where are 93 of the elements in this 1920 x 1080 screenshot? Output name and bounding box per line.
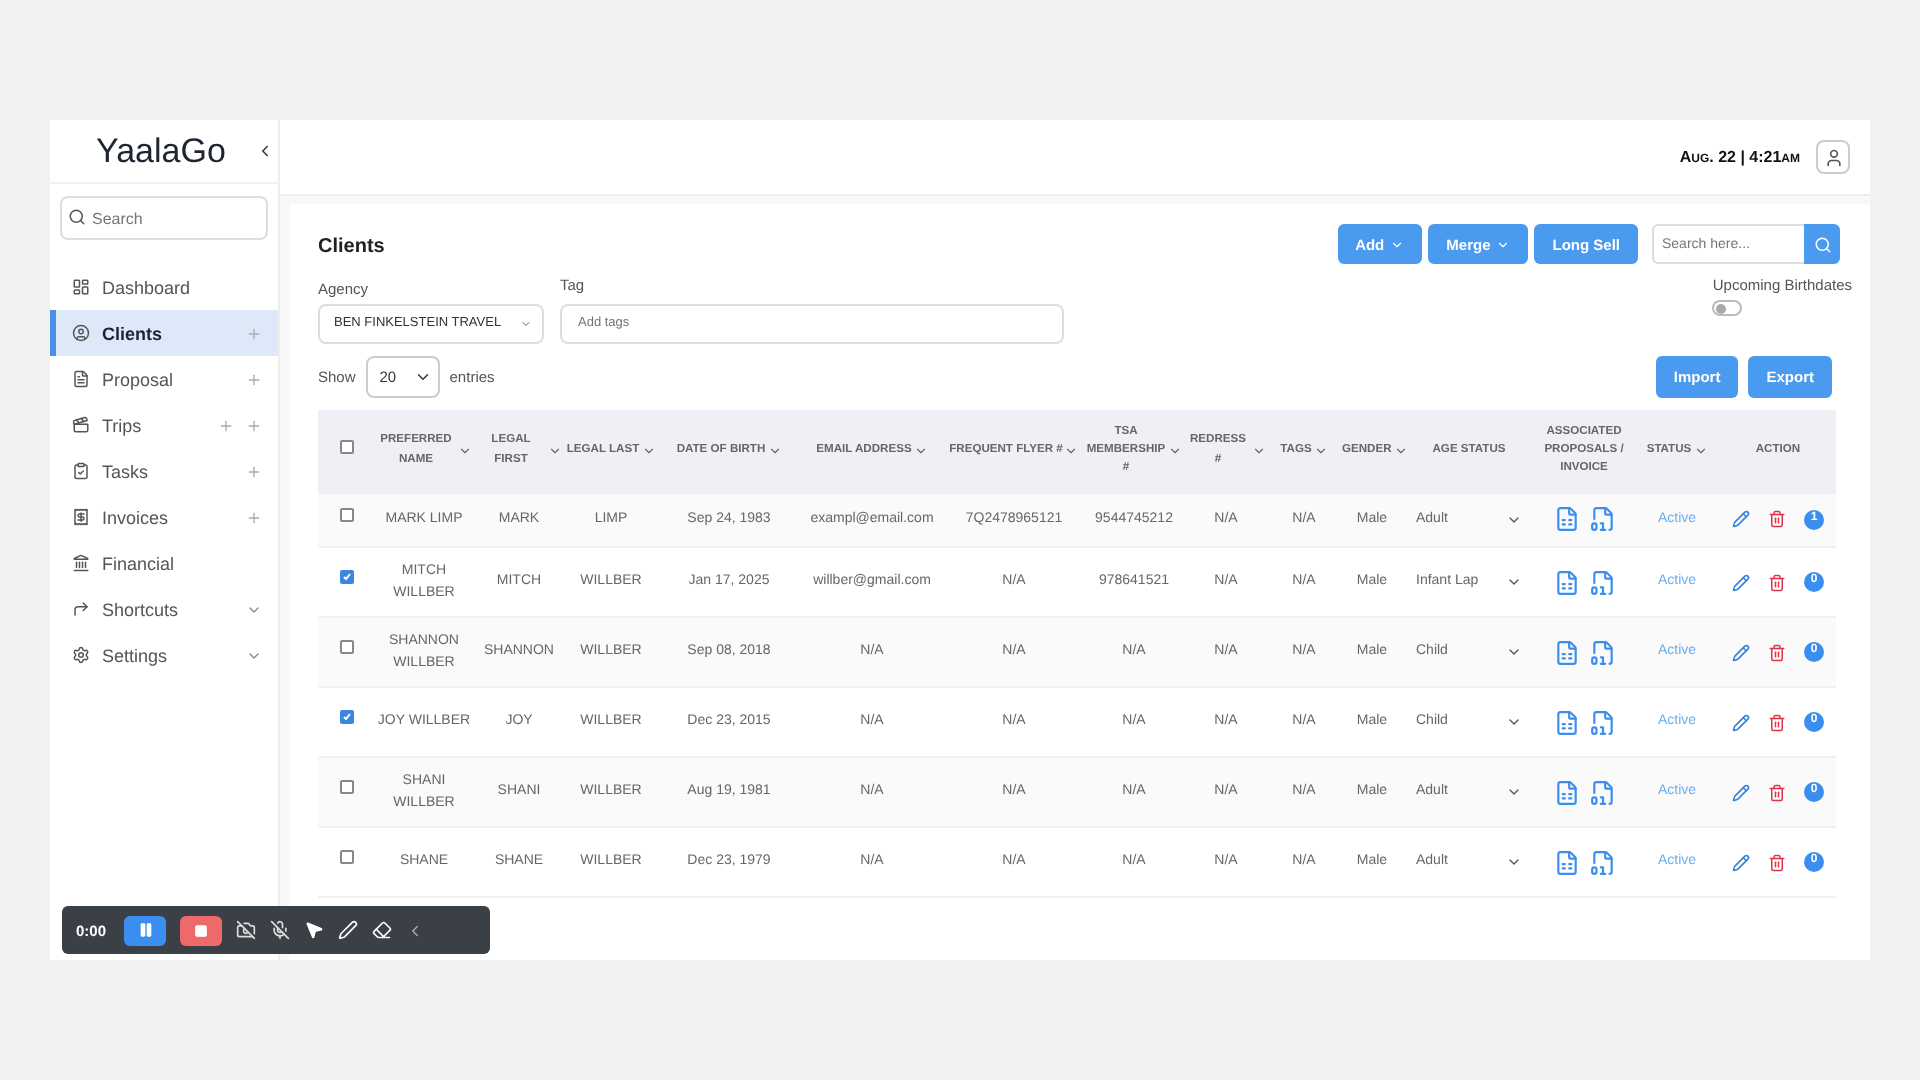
add-icon[interactable] [218,417,234,433]
caret-icon [1506,854,1522,870]
proposal-icon[interactable] [1553,709,1579,735]
settings-icon [72,646,90,664]
edit-icon[interactable] [1732,783,1750,801]
proposal-icon[interactable] [1553,849,1579,875]
caret-icon [1506,784,1522,800]
sidebar-item[interactable]: Trips [50,402,278,448]
sort-icon [767,443,782,458]
eraser-icon[interactable] [372,920,393,940]
caret-icon [520,317,532,329]
forward-arrow-icon [72,600,90,618]
caret-icon [1390,237,1405,251]
row-checkbox[interactable] [339,570,353,585]
sidebar-item[interactable]: Shortcuts [50,586,278,632]
sidebar-item[interactable]: Financial [50,540,278,586]
invoice-icon[interactable] [1589,709,1615,735]
select-all-checkbox[interactable] [339,439,353,454]
delete-icon[interactable] [1768,713,1786,731]
caret-icon [1506,714,1522,730]
edit-icon[interactable] [1732,853,1750,871]
proposal-icon[interactable] [1553,506,1579,533]
page-title: Clients [318,236,385,258]
pause-button[interactable] [124,915,167,945]
search-icon [68,208,86,226]
sort-icon [641,443,656,458]
brand-logo: YaalaGo [96,131,226,171]
search-icon [1813,235,1831,253]
invoice-icon[interactable] [1589,506,1615,533]
pen-icon[interactable] [338,920,359,940]
proposal-icon[interactable] [1553,779,1579,805]
document-icon [72,370,90,388]
sort-icon [1252,444,1266,458]
delete-icon[interactable] [1768,510,1786,529]
sort-icon [458,444,472,458]
stop-button[interactable] [180,915,223,945]
pause-icon [137,922,154,938]
receipt-icon [72,508,90,526]
edit-icon[interactable] [1732,510,1750,529]
sort-icon [913,443,928,458]
edit-icon[interactable] [1732,643,1750,661]
sidebar-item[interactable]: Clients [50,310,278,356]
search-button[interactable] [1804,224,1840,264]
mic-off-icon[interactable] [270,920,291,940]
collapse-icon[interactable] [256,142,274,160]
add-icon[interactable] [246,509,262,525]
edit-icon[interactable] [1732,573,1750,591]
add-icon[interactable] [246,463,262,479]
caret-icon [1506,644,1522,660]
sidebar-item[interactable]: Settings [50,632,278,678]
add-icon[interactable] [246,371,262,387]
sidebar-item[interactable]: Proposal [50,356,278,402]
sort-icon [1064,443,1079,458]
profile-button[interactable] [1816,140,1850,174]
delete-icon[interactable] [1768,783,1786,801]
user-icon [1823,147,1843,167]
add-icon[interactable] [246,417,262,433]
invoice-icon[interactable] [1589,849,1615,875]
pointer-icon[interactable] [304,920,325,940]
delete-icon[interactable] [1768,643,1786,661]
sort-icon [548,444,562,458]
delete-icon[interactable] [1768,573,1786,591]
caret-icon [1506,574,1522,590]
invoice-icon[interactable] [1589,779,1615,805]
invoice-icon[interactable] [1589,639,1615,665]
clipboard-icon [72,462,90,480]
row-checkbox[interactable] [339,780,353,795]
bank-icon [72,554,90,572]
sidebar-item[interactable]: Tasks [50,448,278,494]
sort-icon [1168,443,1182,458]
birthdates-toggle[interactable] [1712,300,1743,316]
sidebar-item[interactable]: Invoices [50,494,278,540]
dashboard-icon [72,278,90,296]
row-checkbox[interactable] [339,640,353,655]
proposal-icon[interactable] [1553,569,1579,595]
sort-icon [1393,443,1408,458]
row-checkbox[interactable] [339,508,353,523]
user-circle-icon [72,324,90,342]
date-time: Aug. 22 | 4:21am [1679,148,1800,166]
sort-icon [1313,443,1328,458]
camera-off-icon[interactable] [236,920,257,940]
row-checkbox[interactable] [339,710,353,725]
caret-icon [1496,237,1511,251]
proposal-icon[interactable] [1553,639,1579,665]
sort-icon [1693,443,1708,458]
row-checkbox[interactable] [339,850,353,865]
delete-icon[interactable] [1768,853,1786,871]
film-icon [72,416,90,434]
sidebar-item[interactable]: Dashboard [50,264,278,310]
stop-icon [194,923,209,937]
search-field[interactable]: Search [60,196,268,240]
edit-icon[interactable] [1732,713,1750,731]
invoice-icon[interactable] [1589,569,1615,595]
